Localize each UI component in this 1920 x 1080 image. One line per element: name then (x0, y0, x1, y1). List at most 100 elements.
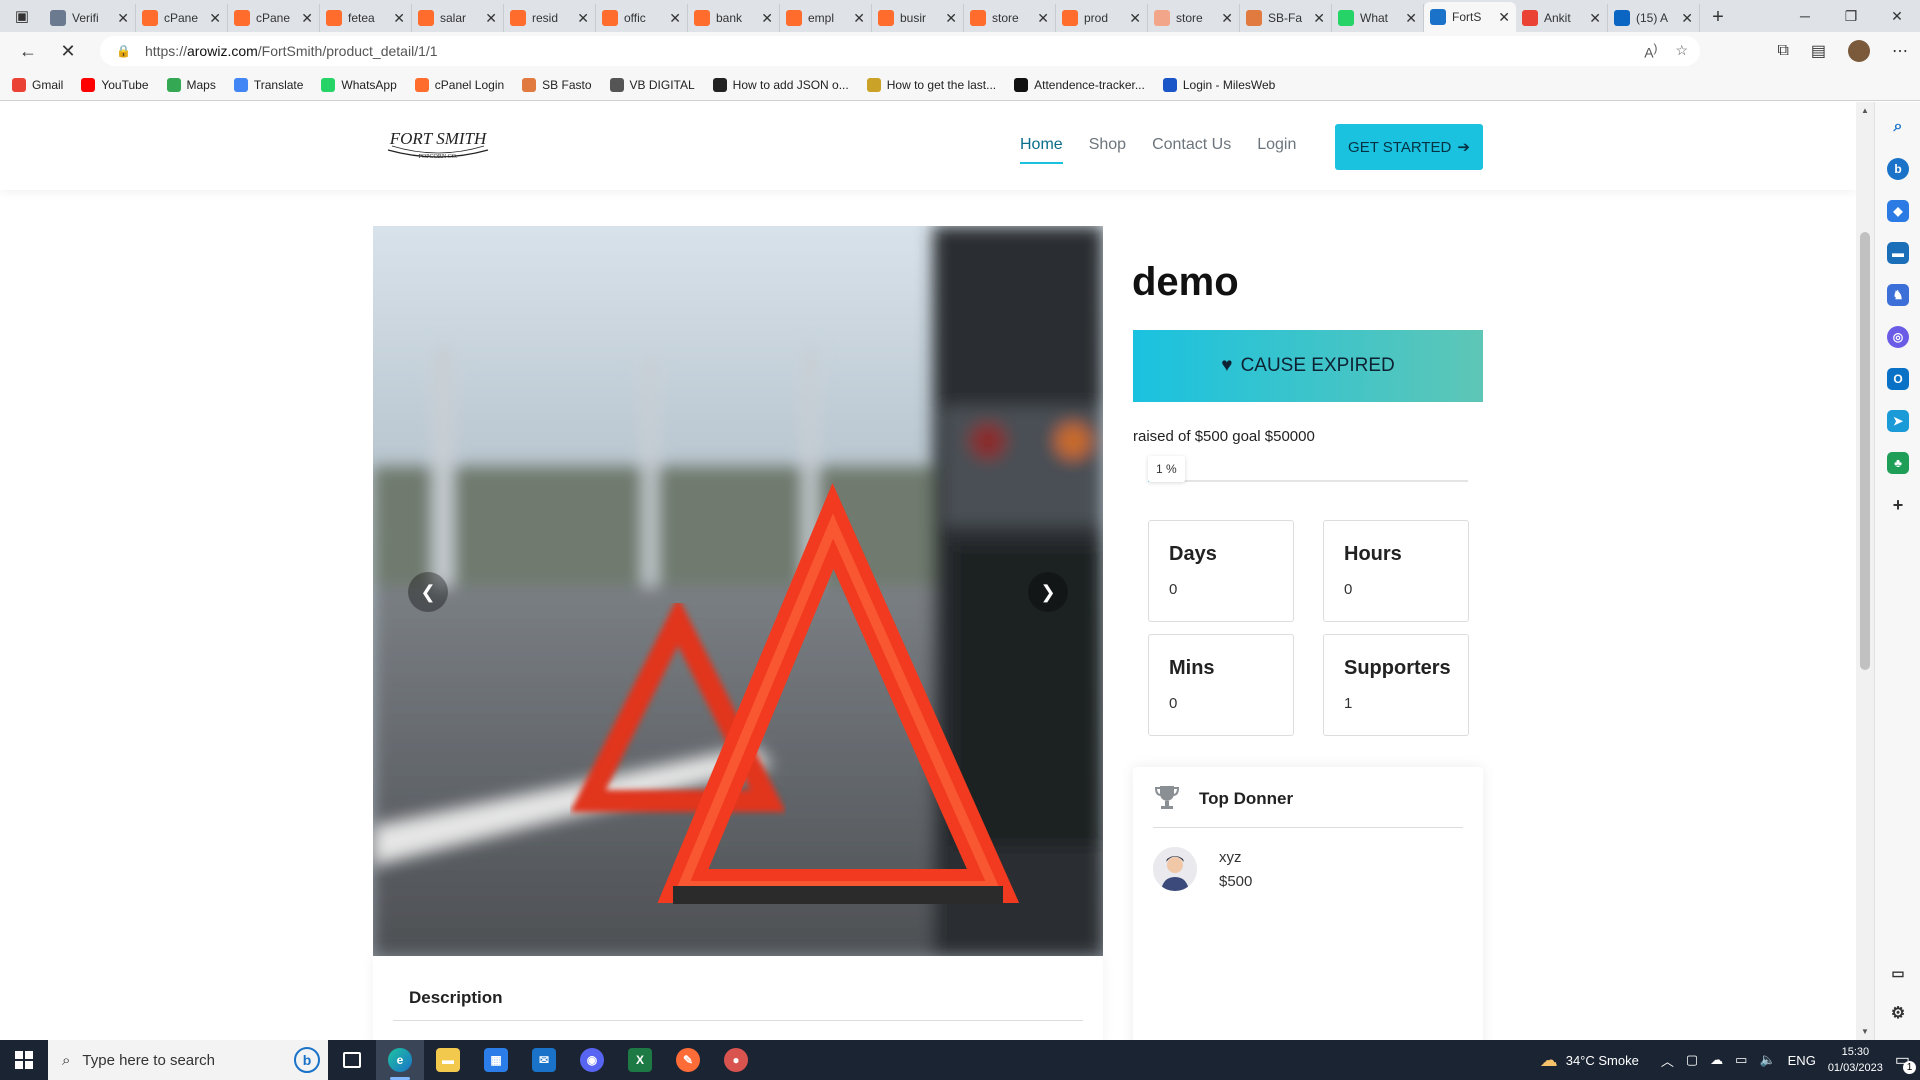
close-tab-icon[interactable]: ✕ (1221, 10, 1233, 27)
close-window-icon[interactable]: ✕ (1874, 0, 1920, 32)
browser-tab[interactable]: prod ✕ (1056, 4, 1148, 32)
page-scrollbar[interactable]: ▲ ▼ (1856, 102, 1874, 1040)
bookmark-item[interactable]: How to add JSON o... (712, 78, 849, 92)
search-icon[interactable]: ⌕ (1887, 116, 1909, 138)
browser-tab[interactable]: store ✕ (1148, 4, 1240, 32)
taskbar-file-explorer[interactable]: ▬ (424, 1040, 472, 1080)
site-logo[interactable]: FORT SMITH POPCORN CO. (382, 124, 494, 168)
office-icon[interactable]: ◎ (1887, 326, 1909, 348)
windows-start-button[interactable] (0, 1040, 48, 1080)
close-tab-icon[interactable]: ✕ (761, 10, 773, 27)
browser-tab[interactable]: Ankit ✕ (1516, 4, 1608, 32)
new-tab-button[interactable]: + (1700, 2, 1736, 32)
taskbar-excel[interactable]: X (616, 1040, 664, 1080)
carousel-next-button[interactable]: ❯ (1028, 572, 1068, 612)
browser-tab[interactable]: offic ✕ (596, 4, 688, 32)
close-tab-icon[interactable]: ✕ (1037, 10, 1049, 27)
taskbar-edge[interactable]: e (376, 1040, 424, 1080)
more-menu-icon[interactable]: ⋯ (1892, 41, 1908, 61)
browser-tab[interactable]: empl ✕ (780, 4, 872, 32)
add-favorite-icon[interactable]: ☆ (1675, 42, 1688, 61)
taskbar-search[interactable]: ⌕ Type here to search b (48, 1040, 328, 1080)
browser-tab[interactable]: resid ✕ (504, 4, 596, 32)
bookmark-item[interactable]: SB Fasto (522, 78, 592, 92)
add-sidebar-icon[interactable]: + (1887, 494, 1909, 516)
volume-icon[interactable]: 🔈 (1759, 1052, 1775, 1068)
tab-actions-icon[interactable]: ▣ (0, 0, 44, 32)
bookmark-item[interactable]: cPanel Login (414, 78, 504, 92)
bookmark-item[interactable]: WhatsApp (321, 78, 397, 92)
sidebar-layout-icon[interactable]: ▭ (1887, 962, 1909, 984)
bing-chat-icon[interactable]: b (1887, 158, 1909, 180)
minimize-icon[interactable]: ─ (1782, 0, 1828, 32)
outlook-icon[interactable]: O (1887, 368, 1909, 390)
close-tab-icon[interactable]: ✕ (485, 10, 497, 27)
network-icon[interactable]: ▭ (1735, 1052, 1747, 1068)
nav-link-home[interactable]: Home (1020, 136, 1063, 164)
tree-icon[interactable]: ♣ (1887, 452, 1909, 474)
bing-icon[interactable]: b (294, 1047, 320, 1073)
collections-icon[interactable]: ▤ (1811, 41, 1826, 61)
close-tab-icon[interactable]: ✕ (209, 10, 221, 27)
profile-avatar[interactable] (1848, 40, 1870, 62)
language-indicator[interactable]: ENG (1788, 1053, 1816, 1068)
browser-tab[interactable]: store ✕ (964, 4, 1056, 32)
nav-link-shop[interactable]: Shop (1089, 136, 1126, 164)
settings-gear-icon[interactable]: ⚙ (1887, 1002, 1909, 1024)
url-field[interactable]: 🔒 https://arowiz.com/FortSmith/product_d… (100, 36, 1700, 66)
read-aloud-icon[interactable]: A) (1644, 42, 1657, 61)
scroll-down-icon[interactable]: ▼ (1861, 1027, 1869, 1036)
send-icon[interactable]: ➤ (1887, 410, 1909, 432)
lock-icon[interactable]: 🔒 (116, 44, 131, 58)
taskbar-app[interactable]: ● (712, 1040, 760, 1080)
browser-tab[interactable]: busir ✕ (872, 4, 964, 32)
bookmark-item[interactable]: Maps (166, 78, 216, 92)
bookmark-item[interactable]: VB DIGITAL (609, 78, 695, 92)
nav-link-login[interactable]: Login (1257, 136, 1296, 164)
close-tab-icon[interactable]: ✕ (1313, 10, 1325, 27)
browser-tab[interactable]: (15) A ✕ (1608, 4, 1700, 32)
close-tab-icon[interactable]: ✕ (1681, 10, 1693, 27)
browser-tab[interactable]: cPane ✕ (136, 4, 228, 32)
bookmark-item[interactable]: Attendence-tracker... (1014, 78, 1145, 92)
nav-link-contact-us[interactable]: Contact Us (1152, 136, 1231, 164)
close-tab-icon[interactable]: ✕ (945, 10, 957, 27)
tray-app-icon[interactable]: ▢ (1686, 1052, 1698, 1068)
browser-tab[interactable]: cPane ✕ (228, 4, 320, 32)
cause-expired-button[interactable]: ♥ CAUSE EXPIRED (1133, 330, 1483, 402)
back-button[interactable]: ← (8, 35, 48, 67)
carousel-prev-button[interactable]: ❮ (408, 572, 448, 612)
browser-tab[interactable]: Verifi ✕ (44, 4, 136, 32)
scroll-up-icon[interactable]: ▲ (1861, 106, 1869, 115)
close-tab-icon[interactable]: ✕ (301, 10, 313, 27)
close-tab-icon[interactable]: ✕ (1498, 9, 1510, 26)
shopping-tag-icon[interactable]: ◆ (1887, 200, 1909, 222)
browser-tab[interactable]: salar ✕ (412, 4, 504, 32)
browser-tab[interactable]: SB-Fa ✕ (1240, 4, 1332, 32)
get-started-button[interactable]: GET STARTED ➔ (1335, 124, 1483, 170)
onedrive-icon[interactable]: ☁ (1710, 1052, 1723, 1068)
close-tab-icon[interactable]: ✕ (577, 10, 589, 27)
bookmark-item[interactable]: YouTube (81, 78, 149, 92)
bookmark-item[interactable]: How to get the last... (866, 78, 996, 92)
close-tab-icon[interactable]: ✕ (1129, 10, 1141, 27)
close-tab-icon[interactable]: ✕ (117, 10, 129, 27)
browser-tab[interactable]: bank ✕ (688, 4, 780, 32)
bookmark-item[interactable]: Gmail (12, 78, 63, 92)
close-tab-icon[interactable]: ✕ (1589, 10, 1601, 27)
stop-loading-button[interactable]: ✕ (48, 35, 88, 67)
browser-tab[interactable]: What ✕ (1332, 4, 1424, 32)
task-view-button[interactable] (328, 1040, 376, 1080)
product-image-carousel[interactable]: ❮ ❯ (373, 226, 1103, 956)
browser-tab[interactable]: FortS ✕ (1424, 2, 1516, 32)
tools-icon[interactable]: ▬ (1887, 242, 1909, 264)
games-icon[interactable]: ♞ (1887, 284, 1909, 306)
tray-chevron-icon[interactable]: ︿ (1661, 1051, 1674, 1070)
bookmark-item[interactable]: Translate (233, 78, 303, 92)
taskbar-postman[interactable]: ✎ (664, 1040, 712, 1080)
close-tab-icon[interactable]: ✕ (1405, 10, 1417, 27)
bookmark-item[interactable]: Login - MilesWeb (1162, 78, 1275, 92)
close-tab-icon[interactable]: ✕ (669, 10, 681, 27)
extensions-icon[interactable]: ⧉ (1777, 42, 1788, 60)
taskbar-mail[interactable]: ✉ (520, 1040, 568, 1080)
